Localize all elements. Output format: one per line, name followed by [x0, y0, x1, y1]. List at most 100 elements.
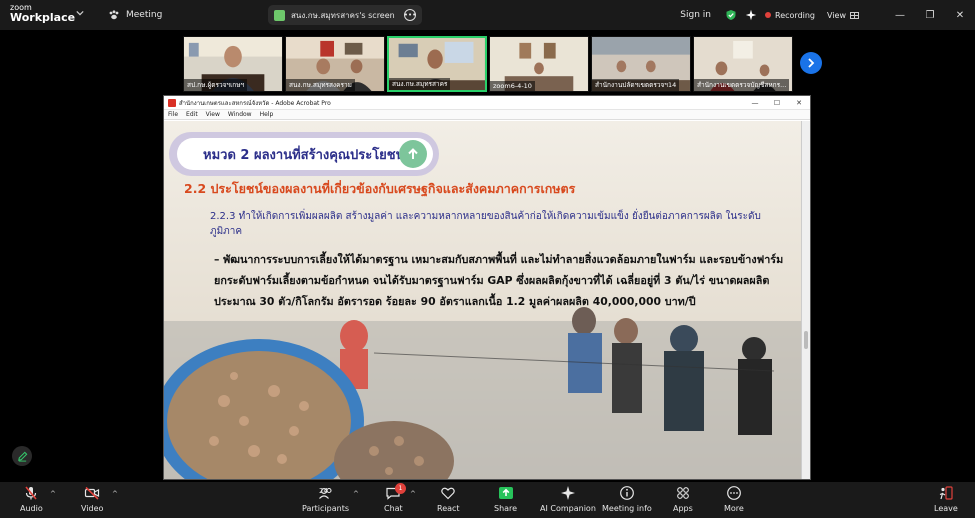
video-tile-active-speaker[interactable]: สนง.กษ.สมุทรสาคร [387, 36, 487, 92]
acrobat-vertical-scrollbar[interactable] [801, 121, 810, 479]
acrobat-window-controls: — ☐ ✕ [744, 99, 810, 107]
share-screen-icon [498, 487, 513, 499]
menu-window[interactable]: Window [228, 111, 252, 118]
window-minimize-button[interactable]: — [885, 0, 915, 30]
recording-label: Recording [775, 10, 816, 20]
more-label: More [724, 504, 744, 513]
recording-dot-icon [765, 12, 771, 18]
scrollbar-thumb[interactable] [804, 331, 808, 349]
video-tile[interactable]: สำนักงานปลัดฯเขตตรวจฯ14 [591, 36, 691, 92]
video-tile[interactable]: สนง.กษ.สมุทรสงคราม [285, 36, 385, 92]
participant-name: สป.กษ.ผู้ตรวจฯเกษฯ [184, 79, 248, 91]
shield-check-icon[interactable] [725, 9, 737, 21]
participants-label: Participants [302, 504, 349, 513]
top-bar: zoom Workplace Meeting สนง.กษ.สมุทรสาคร'… [0, 0, 975, 30]
video-tile[interactable]: สำนักงานเขตตรวจบัญชีสหกร... [693, 36, 793, 92]
slide-body-text: – พัฒนาการระบบการเลี้ยงให้ได้มาตรฐาน เหม… [214, 253, 784, 308]
slide-heading-box: หมวด 2 ผลงานที่สร้างคุณประโยชน์ [177, 138, 433, 170]
more-icon [727, 486, 741, 500]
microphone-muted-icon [25, 486, 37, 500]
participants-count: 24 [319, 487, 328, 495]
zoom-workplace-logo[interactable]: zoom Workplace [10, 3, 76, 24]
video-options-caret-icon[interactable]: ^ [112, 490, 118, 498]
acrobat-title-bar: สำนักงานเกษตรและสหกรณ์จังหวัด - Adobe Ac… [164, 96, 810, 110]
sign-in-button[interactable]: Sign in [680, 10, 711, 20]
paw-icon [109, 10, 119, 20]
chevron-right-icon [808, 58, 815, 68]
participants-button[interactable]: 24 Participants [302, 485, 349, 513]
recording-indicator[interactable]: Recording [765, 11, 815, 20]
section-title: 2.2 ประโยชน์ของผลงานที่เกี่ยวข้องกับเศรษ… [184, 181, 576, 196]
more-options-icon[interactable]: ••• [404, 9, 416, 21]
participant-name: zoom6-4-10 [490, 81, 535, 91]
meeting-toolbar: Audio ^ Video ^ 24 Participants ^ 1 Chat… [0, 482, 975, 518]
participant-name: สำนักงานปลัดฯเขตตรวจฯ14 [592, 79, 680, 91]
chat-unread-badge: 1 [395, 483, 406, 494]
react-button[interactable]: React [437, 485, 460, 513]
apps-icon [677, 487, 689, 499]
menu-edit[interactable]: Edit [186, 111, 198, 118]
apps-label: Apps [673, 504, 693, 513]
grid-view-icon [850, 11, 859, 19]
menu-view[interactable]: View [206, 111, 220, 118]
meeting-button[interactable]: Meeting [108, 7, 162, 23]
window-restore-button[interactable]: ❐ [915, 0, 945, 30]
share-button[interactable]: Share [494, 485, 517, 513]
heart-icon [441, 487, 456, 500]
slide-heading: หมวด 2 ผลงานที่สร้างคุณประโยชน์ [203, 147, 405, 163]
window-close-button[interactable]: ✕ [945, 0, 975, 30]
view-button[interactable]: View [827, 11, 859, 20]
top-right-controls: Sign in Recording View — ❐ ✕ [680, 0, 975, 30]
chat-button[interactable]: 1 Chat [384, 483, 406, 513]
meeting-info-label: Meeting info [602, 504, 652, 513]
audio-options-caret-icon[interactable]: ^ [50, 490, 56, 498]
share-label: Share [494, 504, 518, 513]
audio-button[interactable]: Audio [20, 485, 43, 513]
share-owner-label: สนง.กษ.สมุทรสาคร's screen [291, 10, 395, 20]
subsection-title: 2.2.3 ทำให้เกิดการเพิ่มผลผลิต สร้างมูลค่… [210, 211, 761, 237]
acrobat-window-title: สำนักงานเกษตรและสหกรณ์จังหวัด - Adobe Ac… [179, 99, 331, 107]
chat-label: Chat [384, 504, 403, 513]
leave-icon [939, 486, 953, 500]
react-label: React [437, 504, 460, 513]
leave-label: Leave [934, 504, 958, 513]
logo-line-2: Workplace [10, 11, 76, 24]
participants-options-caret-icon[interactable]: ^ [353, 490, 359, 498]
chevron-down-icon[interactable] [76, 9, 84, 17]
gallery-next-button[interactable] [800, 52, 822, 74]
video-tile[interactable]: สป.กษ.ผู้ตรวจฯเกษฯ [183, 36, 283, 92]
acrobat-menu-bar: File Edit View Window Help [164, 110, 810, 120]
screen-share-indicator[interactable]: สนง.กษ.สมุทรสาคร's screen ••• [268, 5, 422, 25]
acrobat-close-button[interactable]: ✕ [788, 99, 810, 107]
pdf-icon [168, 98, 176, 107]
acrobat-maximize-button[interactable]: ☐ [766, 99, 788, 107]
chat-options-caret-icon[interactable]: ^ [410, 490, 416, 498]
ai-sparkle-icon [560, 486, 575, 500]
video-label: Video [81, 504, 104, 513]
pencil-icon [17, 451, 27, 462]
audio-label: Audio [20, 504, 43, 513]
shared-screen-acrobat-window: สำนักงานเกษตรและสหกรณ์จังหวัด - Adobe Ac… [163, 95, 811, 480]
video-tile[interactable]: zoom6-4-10 [489, 36, 589, 92]
leave-button[interactable]: Leave [934, 485, 958, 513]
participant-name: สนง.กษ.สมุทรสาคร [389, 78, 451, 90]
more-button[interactable]: More [724, 485, 744, 513]
share-status-icon [274, 9, 285, 21]
meeting-info-button[interactable]: Meeting info [602, 485, 652, 513]
annotate-button[interactable] [12, 446, 32, 466]
participant-name: สำนักงานเขตตรวจบัญชีสหกร... [694, 79, 790, 91]
ai-companion-button[interactable]: AI Companion [540, 485, 596, 513]
menu-help[interactable]: Help [260, 111, 274, 118]
view-label: View [827, 10, 846, 20]
camera-off-icon [85, 486, 100, 500]
participant-name: สนง.กษ.สมุทรสงคราม [286, 79, 355, 91]
arrow-up-icon [399, 140, 427, 168]
menu-file[interactable]: File [168, 111, 178, 118]
video-button[interactable]: Video [81, 485, 103, 513]
sparkle-icon[interactable] [745, 9, 757, 21]
slide-page: หมวด 2 ผลงานที่สร้างคุณประโยชน์ 2.2 ประโ… [164, 121, 802, 479]
apps-button[interactable]: Apps [673, 485, 693, 513]
ai-companion-label: AI Companion [540, 504, 596, 513]
acrobat-minimize-button[interactable]: — [744, 99, 766, 107]
meeting-label: Meeting [126, 10, 163, 20]
